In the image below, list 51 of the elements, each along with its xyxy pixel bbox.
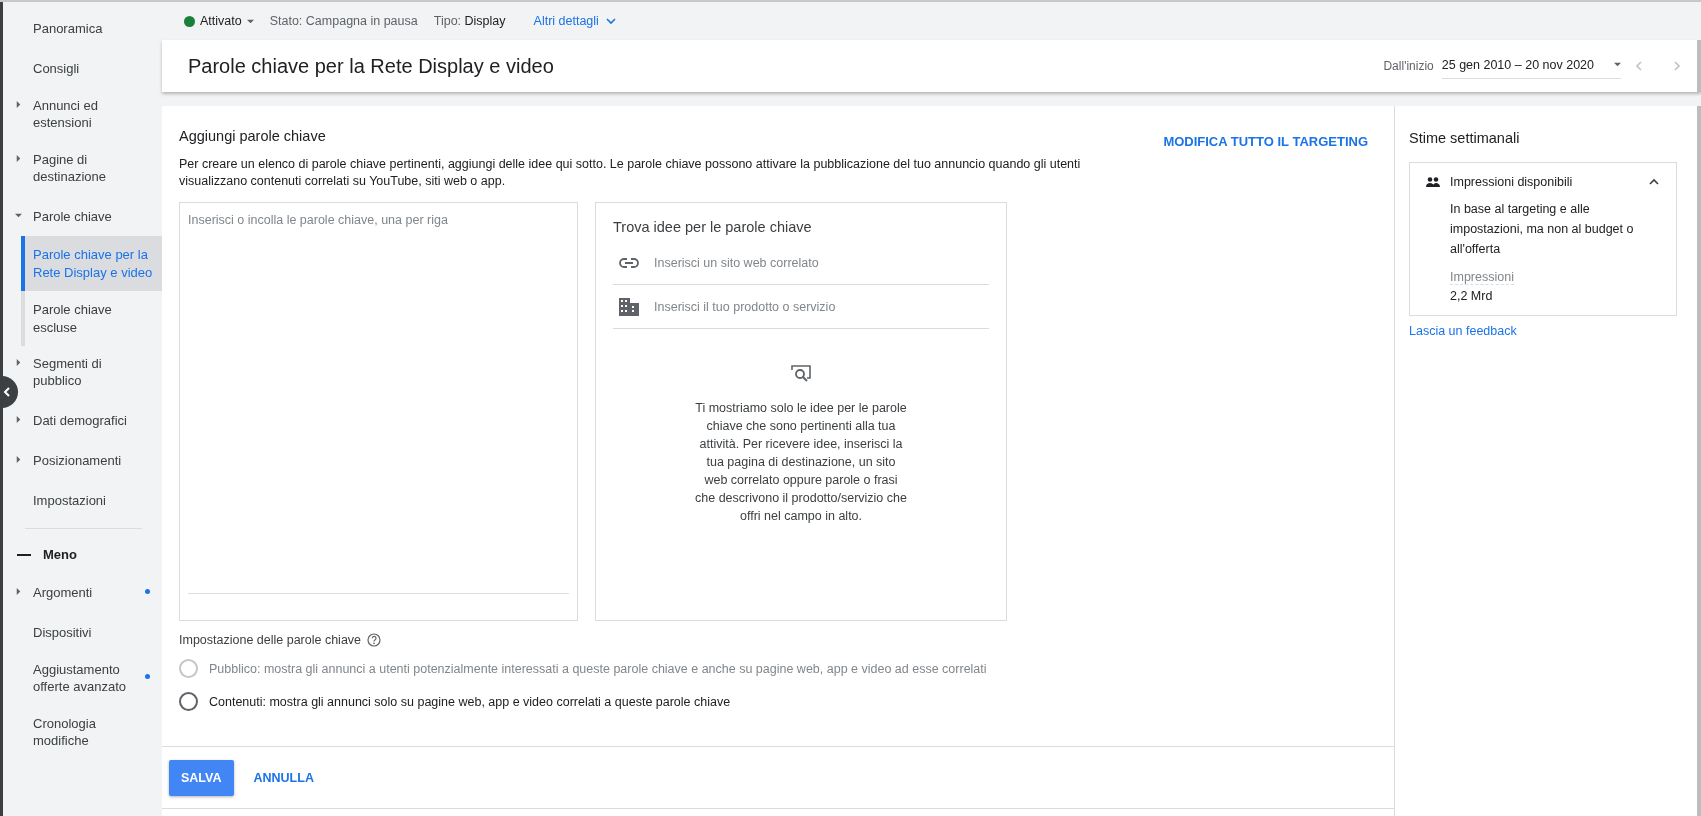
- nav-item[interactable]: Segmenti di pubblico: [33, 355, 148, 389]
- radio-label: Contenuti: mostra gli annunci solo su pagine web, app e video correlati a queste parole chiave: [209, 694, 731, 709]
- chevron-down-icon: [604, 15, 617, 27]
- section-title: Aggiungi parole chiave: [179, 127, 326, 144]
- nav-item[interactable]: Dati demografici: [33, 412, 127, 429]
- status-dropdown[interactable]: Attivato: [184, 14, 254, 28]
- caret-icon: [1614, 61, 1621, 68]
- nav-subitem[interactable]: Parole chiave escluse: [21, 291, 162, 346]
- save-button[interactable]: SALVA: [169, 759, 234, 796]
- description-text: Per creare un elenco di parole chiave pertinenti, aggiungi delle idee qui sotto. Le parole chiave possono attivare la pubblicazione del tuo annuncio quando gli utenti visualizzano contenuti correlati su YouTube, siti web o app.: [179, 156, 1082, 190]
- help-icon[interactable]: [367, 633, 382, 647]
- nav-item[interactable]: Cronologia modifiche: [33, 715, 148, 749]
- caret-icon: [246, 17, 254, 25]
- nav-item[interactable]: Posizionamenti: [33, 452, 122, 469]
- nav-item[interactable]: Dispositivi: [33, 624, 92, 641]
- minus-icon: [17, 553, 31, 556]
- feedback-link[interactable]: Lascia un feedback: [1409, 324, 1517, 338]
- status-text: Stato: Campagna in pausa: [269, 14, 418, 28]
- radio-label: Pubblico: mostra gli annunci a utenti potenzialmente interessati a queste parole chiave e anche su pagine web, app e video ad esse correlati: [209, 661, 987, 676]
- search-icon: [791, 365, 811, 383]
- metric-label: Impressioni: [1450, 270, 1514, 285]
- date-range-dropdown[interactable]: 25 gen 2010 – 20 nov 2020: [1441, 53, 1621, 79]
- link-icon: [619, 257, 639, 268]
- edit-targeting-link[interactable]: MODIFICA TUTTO IL TARGETING: [1163, 134, 1368, 149]
- radio-button[interactable]: [179, 692, 198, 711]
- range-label: Dall'inizio: [1383, 59, 1434, 73]
- setting-label: Impostazione delle parole chiave: [179, 633, 362, 647]
- card-header[interactable]: Impressioni disponibili: [1426, 175, 1660, 189]
- nav-item[interactable]: Consigli: [33, 60, 80, 77]
- building-icon: [619, 297, 639, 316]
- people-icon: [1426, 177, 1440, 187]
- ideas-title: Trova idee per le parole chiave: [613, 219, 813, 235]
- estimates-title: Stime settimanali: [1409, 130, 1521, 146]
- page-title: Parole chiave per la Rete Display e video: [188, 54, 555, 78]
- nav-item[interactable]: Pagine di destinazione: [33, 151, 148, 185]
- type-text: Tipo: Display: [433, 14, 506, 28]
- nav-item[interactable]: Panoramica: [33, 20, 103, 37]
- less-toggle[interactable]: Meno: [3, 535, 77, 572]
- ideas-hint: Ti mostriamo solo le idee per le parole chiave che sono pertinenti alla tua attività. Per ricevere idee, inserisci la tua pagina di destinazione, un sito web correlato oppure parole o frasi che descrivono il prodotto/servizio che offri nel campo in alto.: [694, 400, 908, 525]
- card-description: In base al targeting e alle impostazioni, ma non al budget o all'offerta: [1450, 201, 1635, 258]
- nav-item[interactable]: Argomenti: [33, 584, 93, 601]
- nav-item[interactable]: Aggiustamento offerte avanzato: [33, 661, 148, 695]
- cancel-button[interactable]: ANNULLA: [249, 770, 318, 785]
- nav-item[interactable]: Annunci ed estensioni: [33, 97, 148, 131]
- chevron-right-icon: [1671, 60, 1683, 72]
- details-link[interactable]: Altri dettagli: [533, 14, 617, 28]
- metric-value: 2,2 Mrd: [1450, 289, 1494, 303]
- chevron-left-icon: [1633, 60, 1645, 72]
- nav-item[interactable]: Impostazioni: [33, 492, 106, 509]
- nav-item[interactable]: Parole chiave: [33, 208, 112, 225]
- keywords-input-field[interactable]: Inserisci o incolla le parole chiave, una per riga: [179, 202, 578, 621]
